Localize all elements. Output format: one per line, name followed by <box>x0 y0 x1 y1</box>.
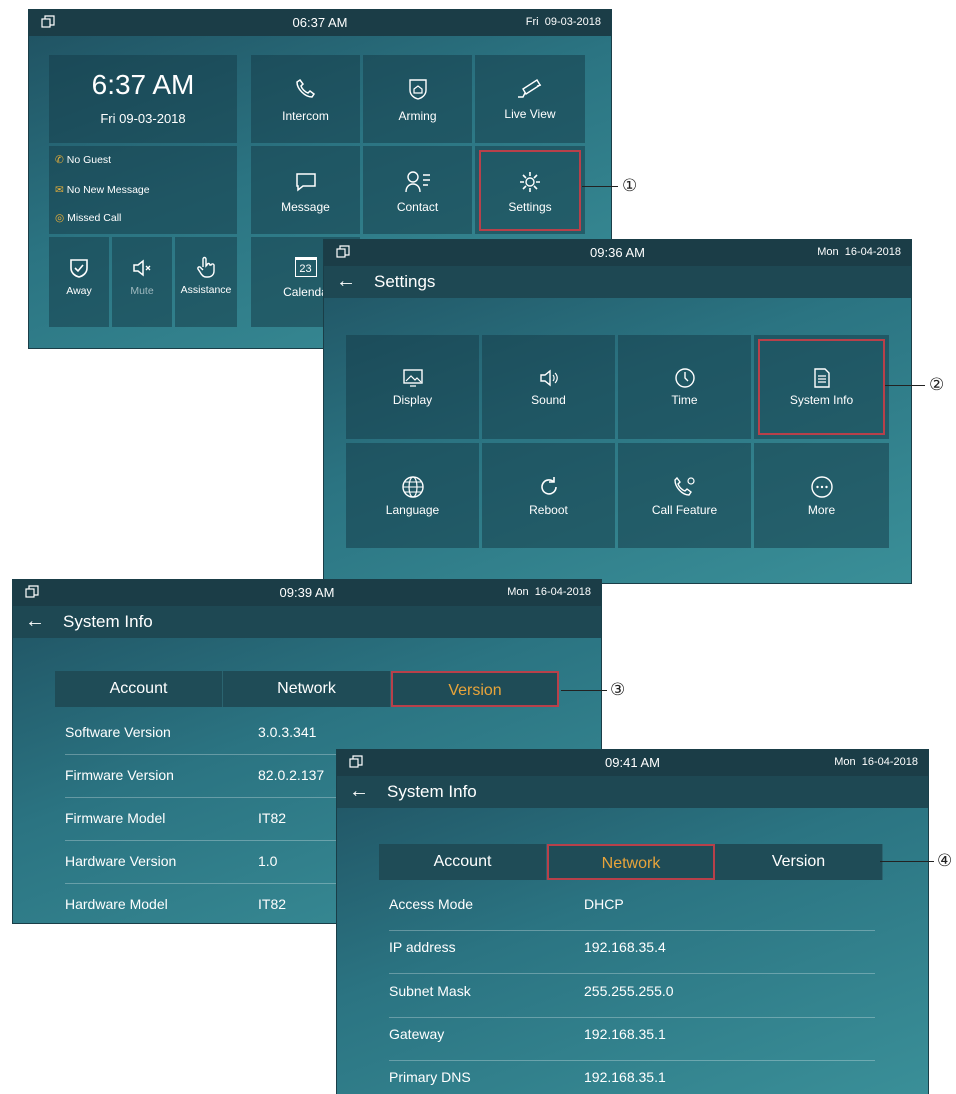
clock-panel: 6:37 AM Fri 09-03-2018 <box>49 55 237 143</box>
back-arrow-icon[interactable]: ← <box>349 780 369 803</box>
more-icon <box>810 476 833 498</box>
missed-call-icon: ◎ <box>55 212 65 224</box>
info-row: Subnet Mask 255.255.255.0 <box>389 983 875 1018</box>
clock-icon <box>674 368 695 388</box>
page-title: Settings <box>374 272 436 291</box>
phone-small-icon: ✆ <box>55 154 64 166</box>
page-title: System Info <box>63 612 153 631</box>
clock-date: Fri 09-03-2018 <box>100 111 186 126</box>
callout-2: ② <box>929 375 945 395</box>
notice-panel: ✆ No Guest ✉ No New Message ◎ Missed Cal… <box>49 146 237 234</box>
status-date: Fri 09-03-2018 <box>525 16 601 28</box>
contact-icon <box>404 171 430 193</box>
title-bar: ← System Info <box>337 776 928 808</box>
settings-highlight <box>479 150 581 231</box>
display-tile[interactable]: Display <box>346 335 479 439</box>
speaker-mute-icon <box>133 259 151 277</box>
system-info-network-screen: 09:41 AM Mon 16-04-2018 ← System Info Ac… <box>337 750 928 1094</box>
notice-item[interactable]: ✉ No New Message <box>55 184 150 196</box>
callout-1: ① <box>622 176 638 196</box>
status-bar: 09:36 AM Mon 16-04-2018 <box>324 240 911 266</box>
tab-account[interactable]: Account <box>55 671 223 707</box>
info-row: Primary DNS 192.168.35.1 <box>389 1069 666 1085</box>
tab-version[interactable]: Version <box>715 844 883 880</box>
callout-line <box>582 186 618 187</box>
language-tile[interactable]: Language <box>346 443 479 548</box>
call-feature-tile[interactable]: Call Feature <box>618 443 751 548</box>
assistance-button[interactable]: Assistance <box>175 237 237 327</box>
arming-tile[interactable]: Arming <box>363 55 472 143</box>
call-gear-icon <box>673 476 695 496</box>
status-bar: 09:41 AM Mon 16-04-2018 <box>337 750 928 776</box>
callout-4: ④ <box>937 851 953 871</box>
notice-item[interactable]: ✆ No Guest <box>55 154 111 166</box>
calendar-icon: 23 <box>294 257 317 277</box>
status-date: Mon 16-04-2018 <box>817 246 901 258</box>
back-arrow-icon[interactable]: ← <box>25 610 45 633</box>
away-button[interactable]: Away <box>49 237 109 327</box>
callout-line <box>561 690 607 691</box>
intercom-tile[interactable]: Intercom <box>251 55 360 143</box>
title-bar: ← Settings <box>324 266 911 298</box>
callout-line <box>885 385 925 386</box>
camera-icon <box>518 79 542 98</box>
display-icon <box>402 369 423 387</box>
reboot-icon <box>540 477 557 495</box>
contact-tile[interactable]: Contact <box>363 146 472 234</box>
more-tile[interactable]: More <box>754 443 889 548</box>
reboot-tile[interactable]: Reboot <box>482 443 615 548</box>
tab-network[interactable]: Network <box>547 844 715 880</box>
callout-3: ③ <box>610 680 626 700</box>
mute-button[interactable]: Mute <box>112 237 172 327</box>
clock-time: 6:37 AM <box>91 69 195 100</box>
back-arrow-icon[interactable]: ← <box>336 270 356 293</box>
tab-bar: Account Network Version <box>379 844 883 880</box>
speaker-icon <box>539 369 558 387</box>
tab-version[interactable]: Version <box>391 671 559 707</box>
sound-tile[interactable]: Sound <box>482 335 615 439</box>
page-title: System Info <box>387 782 477 801</box>
time-tile[interactable]: Time <box>618 335 751 439</box>
status-date: Mon 16-04-2018 <box>507 586 591 598</box>
globe-icon <box>401 476 424 498</box>
system-info-highlight <box>758 339 885 435</box>
home-shield-icon <box>408 79 427 100</box>
info-row: IP address 192.168.35.4 <box>389 939 875 974</box>
phone-icon <box>295 78 315 98</box>
message-tile[interactable]: Message <box>251 146 360 234</box>
tab-network[interactable]: Network <box>223 671 391 707</box>
info-row: Gateway 192.168.35.1 <box>389 1026 875 1061</box>
shield-check-icon <box>70 259 88 278</box>
live-view-tile[interactable]: Live View <box>475 55 585 143</box>
status-time: 06:37 AM <box>292 15 348 30</box>
settings-screen: 09:36 AM Mon 16-04-2018 ← Settings Displ… <box>324 240 911 583</box>
chat-icon <box>295 173 316 192</box>
info-row: Access Mode DHCP <box>389 896 875 931</box>
hand-pointer-icon <box>197 256 215 278</box>
title-bar: ← System Info <box>13 606 601 638</box>
status-bar: 06:37 AM Fri 09-03-2018 <box>29 10 611 36</box>
callout-line <box>880 861 934 862</box>
tab-bar: Account Network Version <box>55 671 559 707</box>
status-date: Mon 16-04-2018 <box>834 756 918 768</box>
status-bar: 09:39 AM Mon 16-04-2018 <box>13 580 601 606</box>
envelope-icon: ✉ <box>55 184 64 196</box>
notice-item[interactable]: ◎ Missed Call <box>55 212 121 224</box>
tab-account[interactable]: Account <box>379 844 547 880</box>
